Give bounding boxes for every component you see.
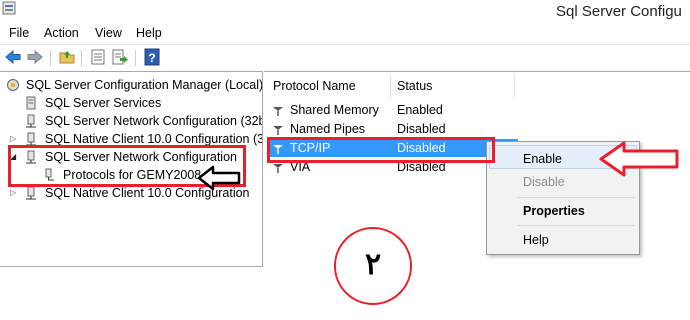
properties-icon[interactable] [89,48,107,66]
help-icon[interactable]: ? [143,48,161,66]
protocol-icon [273,107,283,116]
svg-text:?: ? [148,51,155,65]
context-menu-properties[interactable]: Properties [523,204,585,218]
tree-item-label: SQL Server Services [45,96,162,110]
annotation-step-circle: ٢ [334,227,412,305]
column-header-status[interactable]: Status [397,79,432,93]
annotation-arrow-icon [197,165,241,191]
protocol-status: Disabled [397,122,446,136]
forward-arrow-icon[interactable] [26,48,44,66]
toolbar: ? [0,44,690,71]
network-config-icon [26,114,36,128]
menu-action[interactable]: Action [44,26,79,40]
menu-view[interactable]: View [95,26,122,40]
title-bar: Sql Server Configu [0,0,690,22]
up-folder-icon[interactable] [58,48,76,66]
protocol-name: Shared Memory [290,103,379,117]
menu-help[interactable]: Help [136,26,162,40]
context-menu-enable[interactable]: Enable [523,152,562,166]
export-list-icon[interactable] [111,48,129,66]
column-divider[interactable] [390,75,391,99]
toolbar-separator [135,50,136,66]
annotation-highlight-box [267,137,495,163]
server-icon [26,96,36,110]
native-client-icon [26,132,36,146]
menu-bar: File Action View Help [0,22,690,43]
toolbar-separator [50,50,51,66]
tree-root-label: SQL Server Configuration Manager (Local) [26,78,263,92]
protocol-name: Named Pipes [290,122,366,136]
protocol-icon [273,126,283,135]
protocol-status: Enabled [397,103,443,117]
toolbar-separator [81,50,82,66]
app-icon [2,1,16,15]
annotation-arrow-icon [599,141,679,177]
context-menu-help[interactable]: Help [523,233,549,247]
menu-file[interactable]: File [9,26,29,40]
column-header-protocol-name[interactable]: Protocol Name [273,79,356,93]
window-title: Sql Server Configu [556,3,682,20]
native-client-icon [26,186,36,200]
config-manager-icon [7,79,19,91]
menu-separator [517,197,635,198]
menu-separator [517,225,635,226]
annotation-step-number: ٢ [364,248,382,281]
column-divider[interactable] [514,75,515,99]
context-menu-disable: Disable [523,175,565,189]
back-arrow-icon[interactable] [4,48,22,66]
tree-item-label: SQL Server Network Configuration (32bit) [45,114,263,128]
